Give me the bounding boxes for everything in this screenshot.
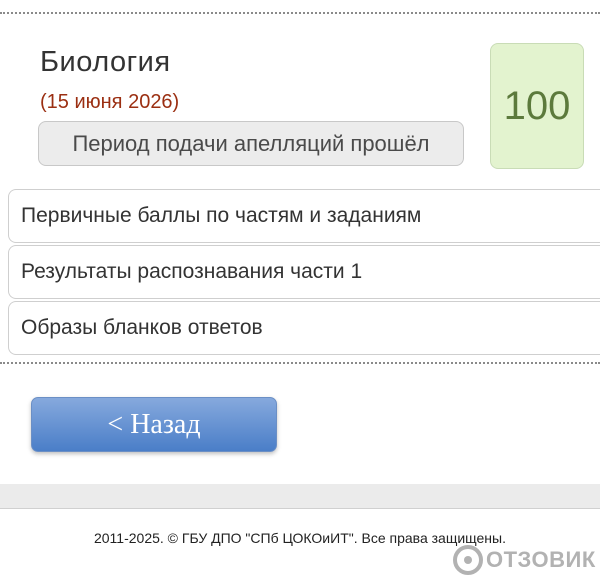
watermark: ОТЗОВИК (452, 542, 598, 578)
subject-title: Биология (40, 46, 171, 78)
link-primary-scores[interactable]: Первичные баллы по частям и заданиям (8, 189, 600, 243)
score-value: 100 (503, 83, 571, 128)
appeal-status-badge: Период подачи апелляций прошёл (38, 121, 464, 166)
exam-date: (15 июня 2026) (40, 91, 180, 113)
results-list: Первичные баллы по частям и заданиям Рез… (8, 189, 600, 357)
score-box: 100 (490, 43, 584, 169)
watermark-logo-icon (453, 545, 483, 575)
footer-spacer (0, 484, 600, 508)
top-divider (0, 0, 600, 14)
link-recognition-results[interactable]: Результаты распознавания части 1 (8, 245, 600, 299)
watermark-text: ОТЗОВИК (486, 547, 596, 572)
exam-result-page: Биология (15 июня 2026) Период подачи ап… (0, 0, 600, 584)
bottom-divider (0, 362, 600, 364)
back-button[interactable]: < Назад (31, 397, 277, 452)
link-answer-forms[interactable]: Образы бланков ответов (8, 301, 600, 355)
